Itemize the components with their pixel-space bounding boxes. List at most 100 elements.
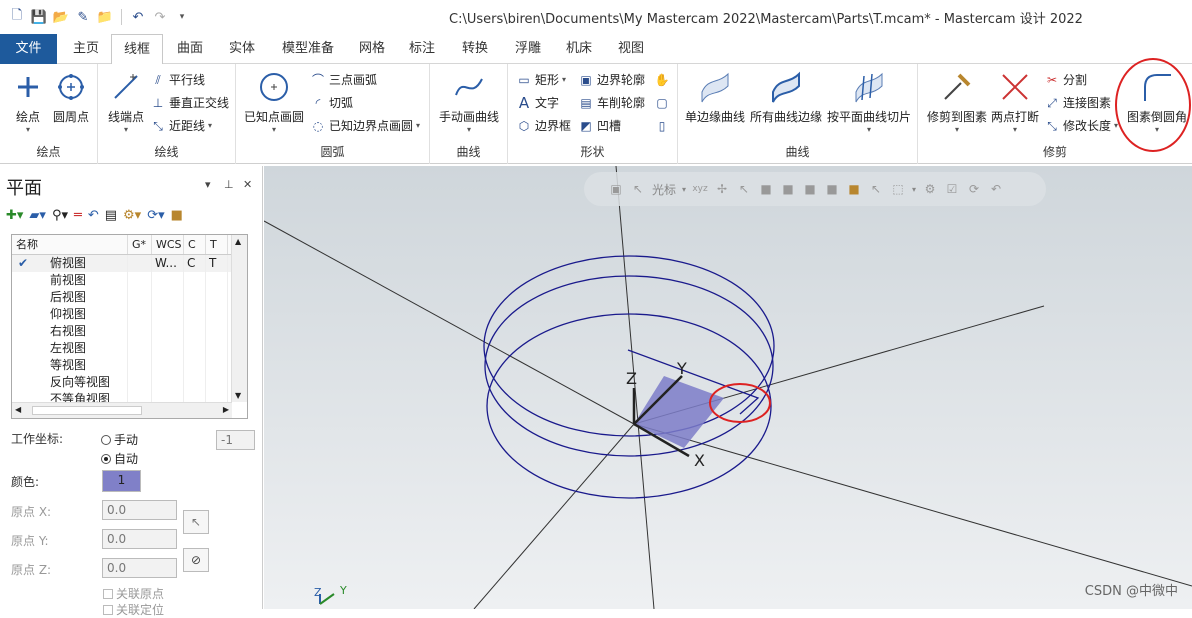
tab-machine[interactable]: 机床 [557,34,601,64]
tab-surface[interactable]: 曲面 [166,34,214,64]
plane-slice-button[interactable]: 按平面曲线切片 ▾ [824,70,914,134]
text-button[interactable]: A 文字 [516,93,559,113]
cursor-label[interactable]: 光标 [652,181,676,198]
page-tool-button[interactable]: ▢ [654,93,670,113]
plane-icon[interactable]: ▰▾ [29,208,46,223]
cube-icon[interactable]: ■ [171,208,183,223]
perpendicular-line-button[interactable]: ⊥ 垂直正交线 [150,93,229,113]
table-row[interactable]: 等视图 [12,357,247,374]
scroll-left-icon[interactable]: ◀ [15,405,21,414]
pin-icon[interactable]: ⊥ [224,178,234,191]
new-file-icon[interactable]: 🗋 [8,8,26,26]
table-row[interactable]: 仰视图 [12,306,247,323]
table-row[interactable]: 左视图 [12,340,247,357]
gear-icon[interactable]: ⚙▾ [123,208,141,223]
cube-icon[interactable]: ■ [780,181,796,197]
cursor-icon[interactable]: ↖ [630,181,646,197]
tab-file[interactable]: 文件 [0,34,57,64]
column-header[interactable]: WCS [152,235,184,254]
tab-model-prep[interactable]: 模型准备 [272,34,344,64]
lock-icon[interactable]: ▣ [608,181,624,197]
column-header[interactable]: 名称 [12,235,128,254]
select-cursor-icon[interactable]: ↖ [868,181,884,197]
table-row[interactable]: 后视图 [12,289,247,306]
single-edge-curve-button[interactable]: 单边缘曲线 [682,70,748,125]
save-icon[interactable]: 💾 [30,8,48,26]
turn-profile-button[interactable]: ▤ 车削轮廓 [578,93,645,113]
graphics-viewport[interactable]: Z Y X Z Y ▣ ↖ 光标 ▾ xyz ✢ ↖ ■ ■ ■ ■ ■ ↖ ⬚ … [264,166,1192,609]
manual-curve-button[interactable]: 手动画曲线 ▾ [436,70,502,134]
bounding-box-button[interactable]: ⬡ 边界框 [516,116,571,136]
link-origin-checkbox[interactable]: 关联原点 [103,585,164,602]
link-position-checkbox[interactable]: 关联定位 [103,601,164,618]
scroll-up-icon[interactable]: ▲ [235,237,241,246]
customize-qat-icon[interactable]: ▾ [173,8,191,26]
refresh-icon[interactable]: ⟳▾ [147,208,164,223]
select-icon[interactable]: ↖ [736,181,752,197]
tangent-arc-button[interactable]: ◜ 切弧 [310,93,353,113]
tab-transform[interactable]: 转换 [453,34,497,64]
edit-icon[interactable]: ✎ [74,8,92,26]
undo-icon[interactable]: ↶ [129,8,147,26]
vertical-scrollbar[interactable]: ▲ ▼ [231,235,247,402]
color-cube-icon[interactable]: ■ [846,181,862,197]
tab-solid[interactable]: 实体 [218,34,266,64]
known-point-circle-button[interactable]: 已知点画圆 ▾ [240,70,308,134]
manual-radio[interactable]: 手动 [101,431,138,448]
check-icon[interactable]: ☑ [944,181,960,197]
search-icon[interactable]: ⚲▾ [52,208,68,223]
table-row[interactable]: 前视图 [12,272,247,289]
cube-icon[interactable]: ■ [824,181,840,197]
groove-button[interactable]: ◩ 凹槽 [578,116,621,136]
trim-to-entity-button[interactable]: 修剪到图素 ▾ [922,70,992,134]
join-button[interactable]: ⤢ 连接图素 [1044,93,1111,113]
chevron-down-icon[interactable]: ▾ [682,185,686,194]
cube-icon[interactable]: ■ [802,181,818,197]
reset-icon[interactable]: ↶ [88,208,99,223]
list-icon[interactable]: ▤ [105,208,117,223]
column-header[interactable]: G* [128,235,152,254]
three-point-arc-button[interactable]: ⌒ 三点画弧 [310,70,377,90]
folder-icon[interactable]: 📁 [96,8,114,26]
table-row[interactable]: 反向等视图 [12,374,247,391]
refresh-icon[interactable]: ⟳ [966,181,982,197]
origin-z-field[interactable]: 0.0 [102,558,177,578]
circle-point-button[interactable]: 圆周点 [48,70,94,125]
select-point-button[interactable]: ↖ [183,510,209,534]
table-row[interactable]: 右视图 [12,323,247,340]
undo-icon[interactable]: ↶ [988,181,1004,197]
cube-icon[interactable]: ■ [758,181,774,197]
tab-view[interactable]: 视图 [609,34,653,64]
tab-wireframe[interactable]: 线框 [111,34,163,65]
parallel-line-button[interactable]: ⫽ 平行线 [150,70,205,90]
frame-tool-button[interactable]: ▯ [654,116,670,136]
scroll-thumb[interactable] [32,406,142,415]
origin-y-field[interactable]: 0.0 [102,529,177,549]
tab-mesh[interactable]: 网格 [350,34,394,64]
close-icon[interactable]: ✕ [243,178,252,191]
all-edge-curves-button[interactable]: 所有曲线边缘 [748,70,824,125]
auto-radio[interactable]: 自动 [101,450,138,467]
modify-length-button[interactable]: ⤡ 修改长度 ▾ [1044,116,1118,136]
wcs-number-field[interactable]: -1 [216,430,255,450]
boundary-circle-button[interactable]: ◌ 已知边界点画圆 ▾ [310,116,420,136]
tab-annotate[interactable]: 标注 [400,34,444,64]
endpoint-line-button[interactable]: 线端点 ▾ [102,70,150,134]
origin-x-field[interactable]: 0.0 [102,500,177,520]
tab-relief[interactable]: 浮雕 [506,34,550,64]
open-folder-icon[interactable]: 📂 [52,8,70,26]
two-point-break-button[interactable]: 两点打断 ▾ [990,70,1040,134]
equals-icon[interactable]: ═ [74,208,82,223]
horizontal-scrollbar[interactable]: ◀ ▶ [12,402,232,418]
split-button[interactable]: ✂ 分割 [1044,70,1087,90]
panel-menu-icon[interactable]: ▾ [205,178,211,191]
snap-icon[interactable]: ✢ [714,181,730,197]
tab-home[interactable]: 主页 [62,34,110,64]
scroll-right-icon[interactable]: ▶ [223,405,229,414]
add-icon[interactable]: ✚▾ [6,208,23,223]
chevron-down-icon[interactable]: ▾ [912,185,916,194]
column-header[interactable]: T [206,235,228,254]
window-select-icon[interactable]: ⬚ [890,181,906,197]
boundary-profile-button[interactable]: ▣ 边界轮廓 [578,70,645,90]
clear-button[interactable]: ⊘ [183,548,209,572]
